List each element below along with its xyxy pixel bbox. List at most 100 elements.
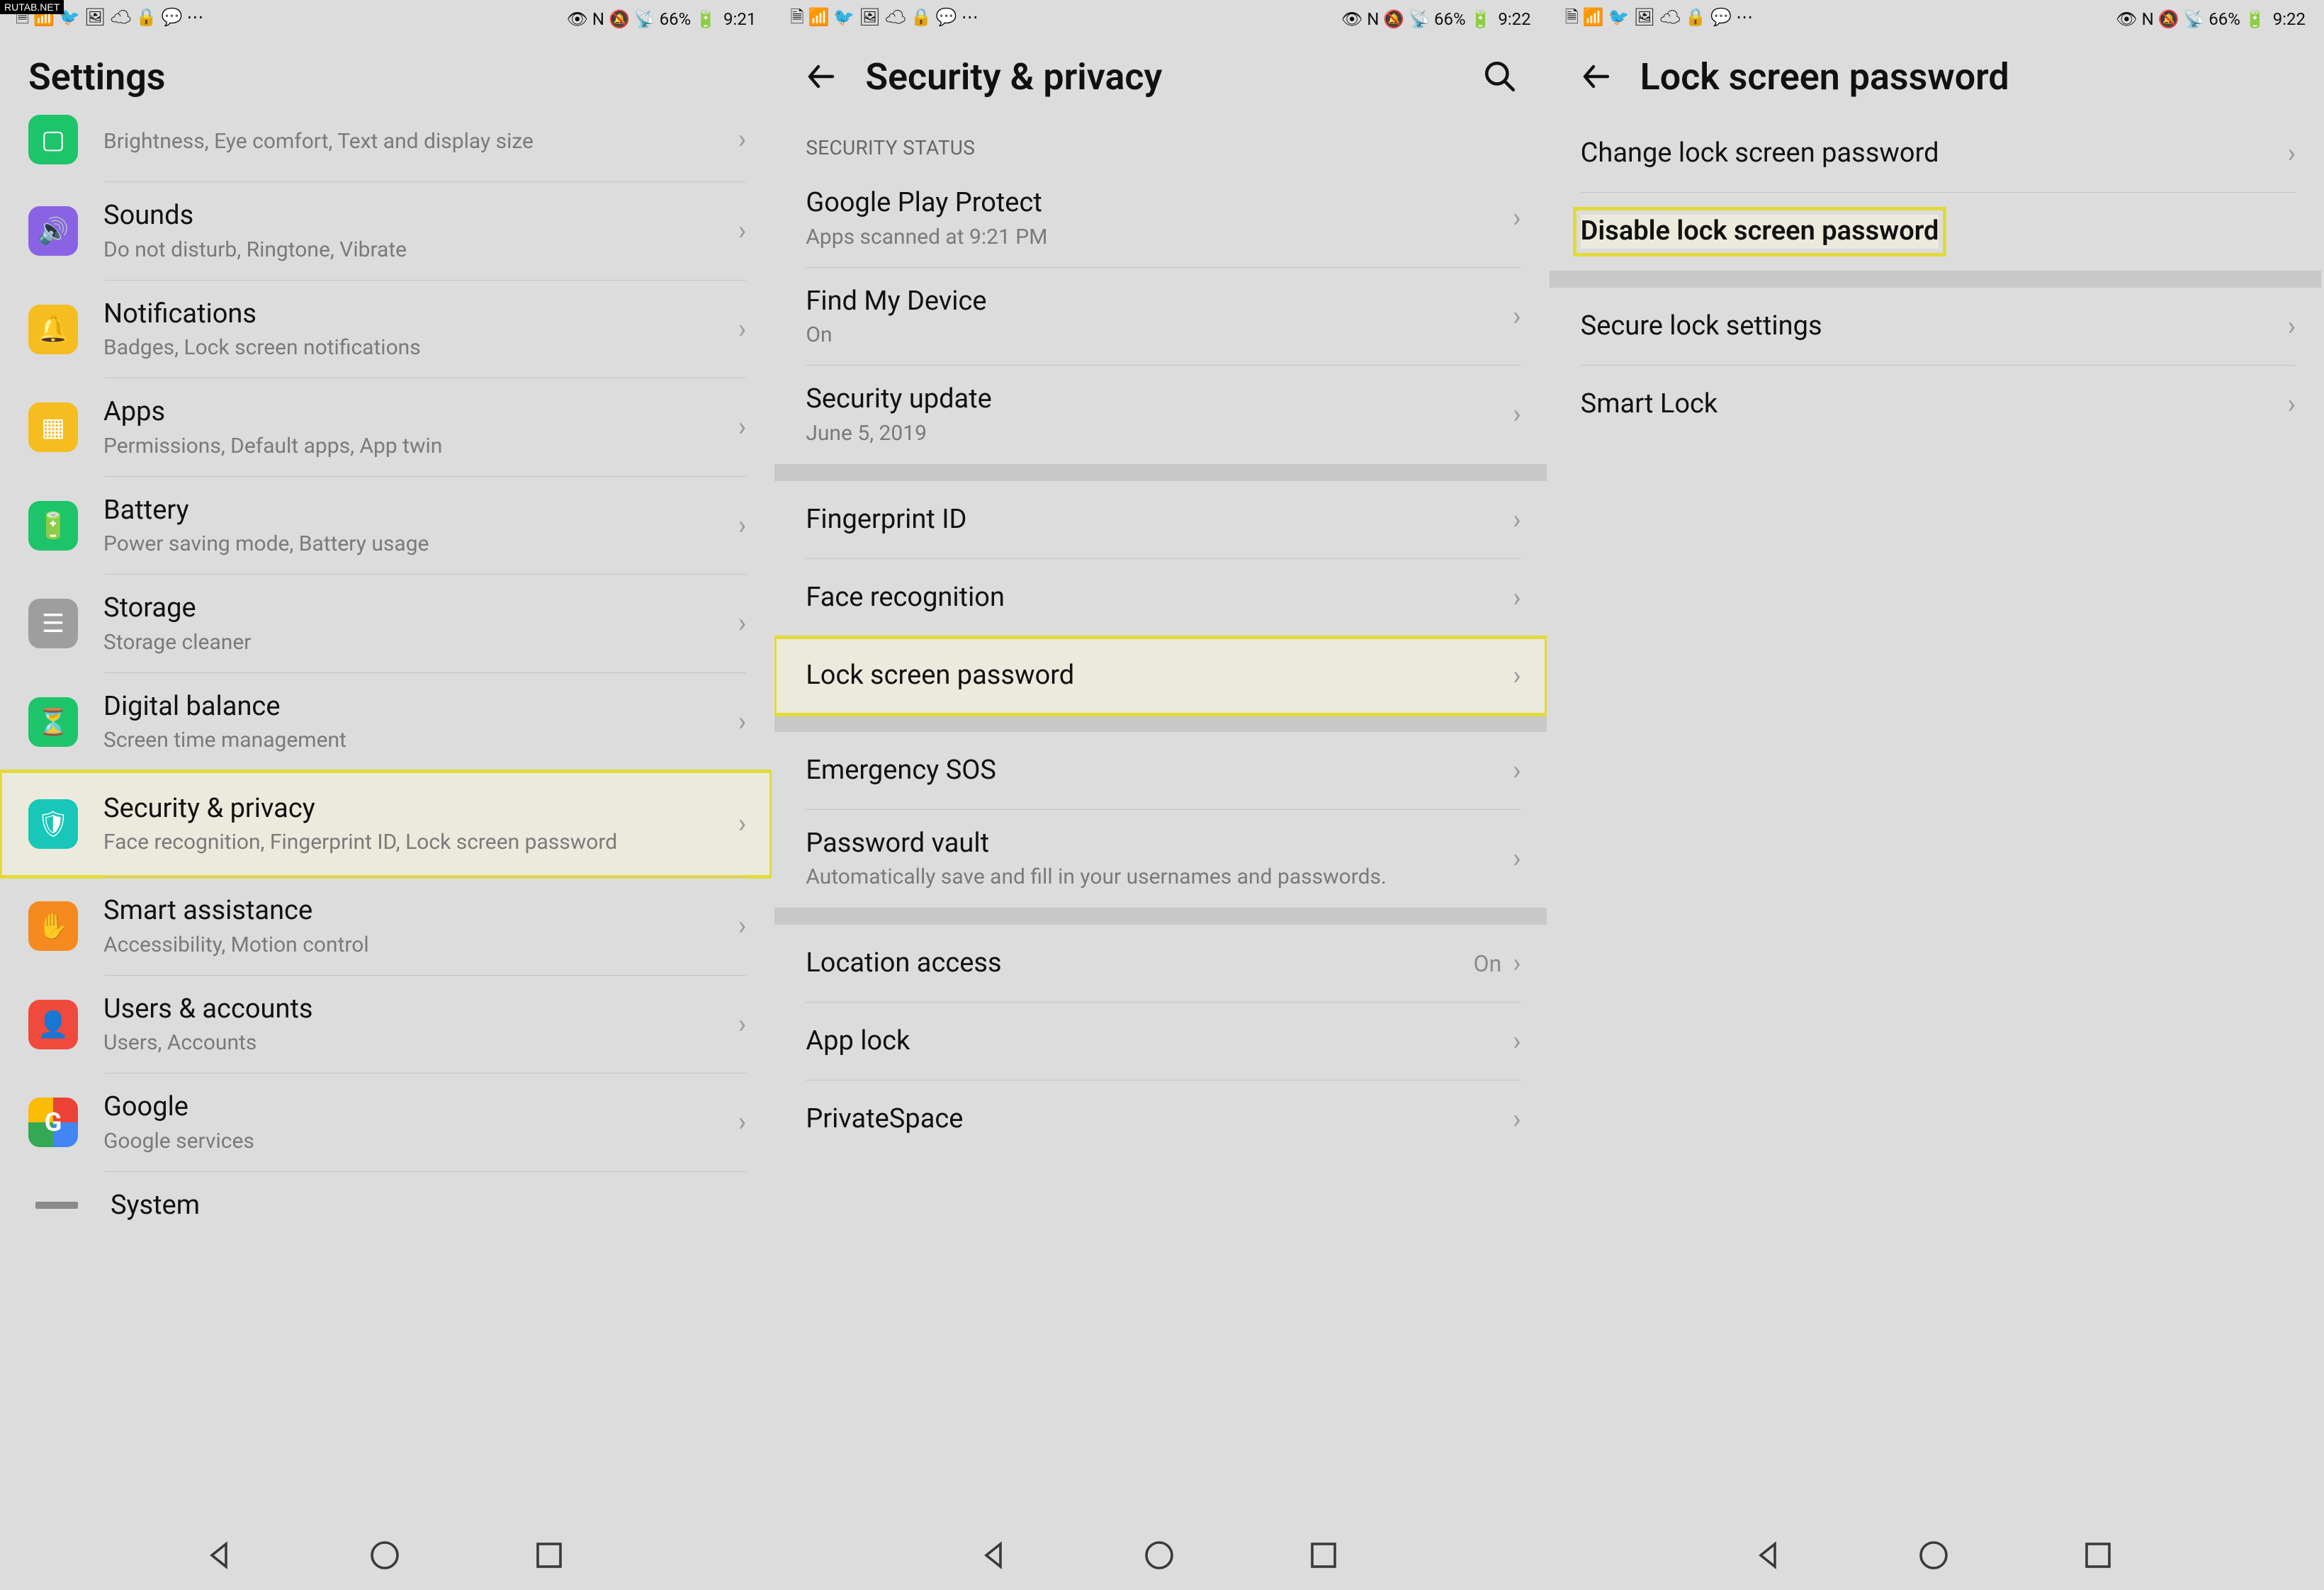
nav-back-icon[interactable] [978, 1538, 1015, 1575]
page-title: Lock screen password [1640, 55, 2009, 98]
item-find-my-device[interactable]: Find My Device On › [774, 268, 1546, 366]
item-smart-assistance[interactable]: ✋ Smart assistance Accessibility, Motion… [0, 877, 772, 976]
system-icon [35, 1202, 78, 1209]
item-location-access[interactable]: Location access On › [774, 925, 1546, 1003]
item-title: Smart Lock [1581, 388, 2288, 422]
back-button[interactable] [803, 58, 840, 95]
chevron-right-icon: › [738, 706, 746, 738]
item-app-lock[interactable]: App lock › [774, 1003, 1546, 1081]
section-label: SECURITY STATUS [774, 115, 1546, 169]
storage-icon: ☰ [28, 599, 78, 648]
screen-lock-screen-password: 🗎 📶 🐦 🖼 ☁ 🔒 💬 ⋯ 👁 N 🔕 📡 66% 🔋 9:22 Lock … [1550, 0, 2324, 1590]
status-left-icons: 🗎 📶 🐦 🖼 ☁ 🔒 💬 ⋯ [790, 5, 978, 34]
item-digital-balance[interactable]: ⏳ Digital balance Screen time management… [0, 673, 772, 772]
lock-screen-password-list[interactable]: Change lock screen password › Disable lo… [1550, 115, 2321, 1523]
item-fingerprint-id[interactable]: Fingerprint ID › [774, 481, 1546, 559]
security-list[interactable]: SECURITY STATUS Google Play Protect Apps… [774, 115, 1546, 1523]
display-icon: ▢ [28, 115, 78, 164]
chevron-right-icon: › [1513, 399, 1521, 430]
item-sub: Accessibility, Motion control [103, 931, 738, 959]
item-security-privacy[interactable]: 🛡 Security & privacy Face recognition, F… [0, 771, 772, 877]
page-title: Security & privacy [865, 55, 1162, 98]
nav-recent-icon[interactable] [532, 1538, 569, 1575]
chevron-right-icon: › [738, 1107, 746, 1138]
item-title: Location access [806, 947, 1473, 981]
chevron-right-icon: › [738, 1009, 746, 1040]
search-button[interactable] [1482, 58, 1518, 95]
chevron-right-icon: › [738, 124, 746, 155]
chevron-right-icon: › [738, 215, 746, 247]
item-sub: Users, Accounts [103, 1029, 738, 1056]
users-accounts-icon: 👤 [28, 1000, 78, 1049]
item-notifications[interactable]: 🔔 Notifications Badges, Lock screen noti… [0, 281, 772, 379]
item-trail-value: On [1474, 950, 1502, 977]
item-password-vault[interactable]: Password vault Automatically save and fi… [774, 810, 1546, 908]
item-sub: Google services [103, 1127, 738, 1155]
item-privatespace[interactable]: PrivateSpace › [774, 1081, 1546, 1158]
item-title: Users & accounts [103, 993, 738, 1027]
nav-back-icon[interactable] [1752, 1538, 1789, 1575]
settings-list[interactable]: ▢ Brightness, Eye comfort, Text and disp… [0, 115, 772, 1523]
header: Security & privacy [774, 38, 1546, 115]
item-title: Notifications [103, 298, 738, 332]
item-title: Security update [806, 383, 1513, 417]
screen-settings: 🗎 📶 🐦 🖼 ☁ 🔒 💬 ⋯ 👁 N 🔕 📡 66% 🔋 9:21 Setti… [0, 0, 774, 1590]
item-title: Face recognition [806, 581, 1513, 615]
item-system[interactable]: System [0, 1172, 772, 1223]
item-users-accounts[interactable]: 👤 Users & accounts Users, Accounts › [0, 976, 772, 1074]
item-storage[interactable]: ☰ Storage Storage cleaner › [0, 575, 772, 673]
item-face-recognition[interactable]: Face recognition › [774, 559, 1546, 637]
item-sub: Screen time management [103, 726, 738, 754]
nav-home-icon[interactable] [1917, 1538, 1953, 1575]
item-sub: Brightness, Eye comfort, Text and displa… [103, 128, 738, 155]
item-google[interactable]: G Google Google services › [0, 1073, 772, 1172]
chevron-right-icon: › [1513, 948, 1521, 979]
nav-recent-icon[interactable] [2081, 1538, 2118, 1575]
section-gap [774, 908, 1546, 925]
header: Lock screen password [1550, 38, 2321, 115]
item-sounds[interactable]: 🔊 Sounds Do not disturb, Ringtone, Vibra… [0, 182, 772, 281]
item-sub: Power saving mode, Battery usage [103, 530, 738, 558]
item-title: Password vault [806, 827, 1513, 861]
item-title: Sounds [103, 199, 738, 233]
item-lock-screen-password[interactable]: Lock screen password › [774, 637, 1546, 715]
item-title: Security & privacy [103, 792, 738, 826]
chevron-right-icon: › [2288, 138, 2296, 169]
nav-back-icon[interactable] [203, 1538, 240, 1575]
item-change-lock-screen-password[interactable]: Change lock screen password › [1550, 115, 2321, 193]
header: Settings [0, 38, 772, 115]
status-right-icons: 👁 N 🔕 📡 66% 🔋 9:22 [2116, 9, 2306, 29]
section-gap [1550, 271, 2321, 288]
chevron-right-icon: › [1513, 203, 1521, 234]
item-display[interactable]: ▢ Brightness, Eye comfort, Text and disp… [0, 115, 772, 181]
chevron-right-icon: › [1513, 1026, 1521, 1057]
item-security-update[interactable]: Security update June 5, 2019 › [774, 366, 1546, 464]
status-right-icons: 👁 N 🔕 📡 66% 🔋 9:22 [1341, 9, 1531, 29]
nav-home-icon[interactable] [1142, 1538, 1179, 1575]
item-emergency-sos[interactable]: Emergency SOS › [774, 732, 1546, 810]
item-google-play-protect[interactable]: Google Play Protect Apps scanned at 9:21… [774, 169, 1546, 268]
item-battery[interactable]: 🔋 Battery Power saving mode, Battery usa… [0, 477, 772, 575]
back-button[interactable] [1578, 58, 1615, 95]
item-secure-lock-settings[interactable]: Secure lock settings › [1550, 288, 2321, 366]
item-title: Digital balance [103, 690, 738, 724]
digital-balance-icon: ⏳ [28, 697, 78, 747]
chevron-right-icon: › [738, 808, 746, 840]
item-smart-lock[interactable]: Smart Lock › [1550, 366, 2321, 444]
security-privacy-icon: 🛡 [28, 799, 78, 849]
item-disable-lock-screen-password[interactable]: Disable lock screen password [1550, 193, 2321, 271]
chevron-right-icon: › [2288, 311, 2296, 342]
item-apps[interactable]: ▦ Apps Permissions, Default apps, App tw… [0, 378, 772, 477]
status-bar: 🗎 📶 🐦 🖼 ☁ 🔒 💬 ⋯ 👁 N 🔕 📡 66% 🔋 9:21 [0, 0, 772, 38]
nav-home-icon[interactable] [368, 1538, 405, 1575]
status-left-icons: 🗎 📶 🐦 🖼 ☁ 🔒 💬 ⋯ [1565, 5, 1753, 34]
status-right-icons: 👁 N 🔕 📡 66% 🔋 9:21 [566, 9, 756, 29]
nav-recent-icon[interactable] [1307, 1538, 1343, 1575]
apps-icon: ▦ [28, 402, 78, 452]
chevron-right-icon: › [2288, 389, 2296, 420]
chevron-right-icon: › [1513, 1104, 1521, 1135]
item-sub: Face recognition, Fingerprint ID, Lock s… [103, 828, 738, 856]
chevron-right-icon: › [1513, 582, 1521, 614]
section-gap [774, 464, 1546, 481]
chevron-right-icon: › [1513, 843, 1521, 874]
